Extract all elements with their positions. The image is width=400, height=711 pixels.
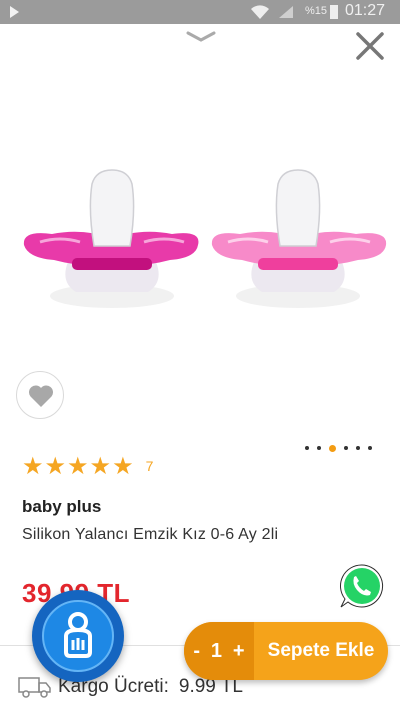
star-icon: ★ (89, 452, 112, 480)
quantity-stepper: - 1 + (184, 622, 254, 680)
product-name: Silikon Yalancı Emzik Kız 0-6 Ay 2li (22, 526, 279, 543)
rating-stars: ★ ★ ★ ★ ★ (22, 454, 134, 478)
carousel-dot[interactable] (356, 446, 360, 450)
heart-icon (28, 385, 54, 407)
play-icon (10, 6, 19, 18)
star-icon: ★ (67, 452, 89, 480)
quantity-value: 1 (210, 639, 223, 662)
star-icon: ★ (44, 452, 67, 480)
battery-percent: %15 (305, 5, 328, 17)
signal-icon (279, 6, 293, 18)
carousel-dots (305, 444, 372, 452)
product-image[interactable] (0, 150, 400, 320)
truck-icon (18, 677, 51, 698)
rating-count: 7 (145, 458, 154, 474)
pacifier-right (211, 169, 387, 308)
wifi-icon (251, 5, 269, 19)
status-time: 01:27 (345, 2, 386, 19)
add-to-cart-button[interactable]: Sepete Ekle (254, 640, 388, 662)
carousel-dot[interactable] (329, 444, 336, 452)
favorite-button[interactable] (16, 371, 64, 419)
whatsapp-icon[interactable] (338, 562, 386, 610)
product-brand[interactable]: baby plus (22, 497, 101, 517)
close-button[interactable] (352, 28, 388, 64)
chat-button[interactable] (32, 590, 124, 682)
pacifier-left (23, 169, 199, 308)
battery-icon (330, 5, 338, 19)
rating[interactable]: ★ ★ ★ ★ ★ 7 (22, 454, 153, 478)
star-icon: ★ (112, 452, 134, 480)
chevron-down-icon[interactable] (186, 30, 216, 44)
chat-icon (64, 612, 92, 658)
carousel-dot[interactable] (368, 446, 372, 450)
carousel-dot[interactable] (317, 446, 321, 450)
quantity-plus-button[interactable]: + (233, 640, 245, 663)
add-to-cart-bar: - 1 + Sepete Ekle (184, 622, 388, 680)
status-bar: %15 01:27 (0, 0, 400, 24)
chat-button-inner (42, 600, 114, 672)
star-icon: ★ (22, 452, 44, 480)
quantity-minus-button[interactable]: - (193, 640, 200, 663)
carousel-dot[interactable] (305, 446, 309, 450)
carousel-dot[interactable] (344, 446, 348, 450)
